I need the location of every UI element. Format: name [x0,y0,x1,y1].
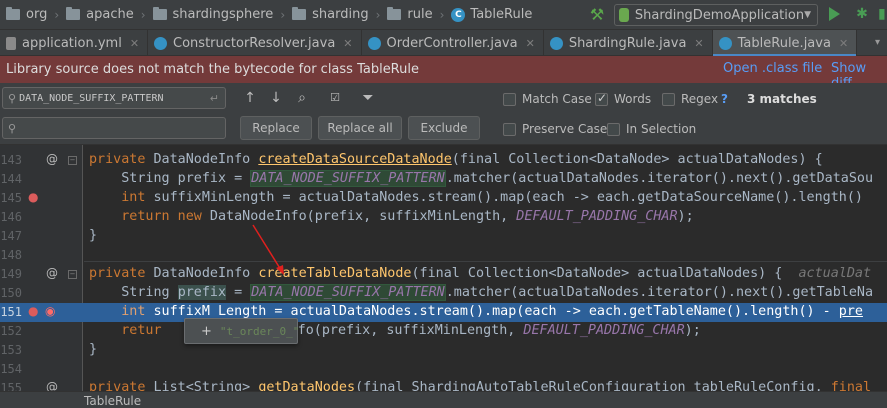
structure-breadcrumb[interactable]: TableRule [84,394,141,408]
annotation-arrow [252,224,284,275]
variable-value-tooltip[interactable]: + "t_order_0_" [184,318,299,344]
expand-icon[interactable]: + [201,324,212,339]
editor-breadcrumb-bar: TableRule [0,391,887,408]
